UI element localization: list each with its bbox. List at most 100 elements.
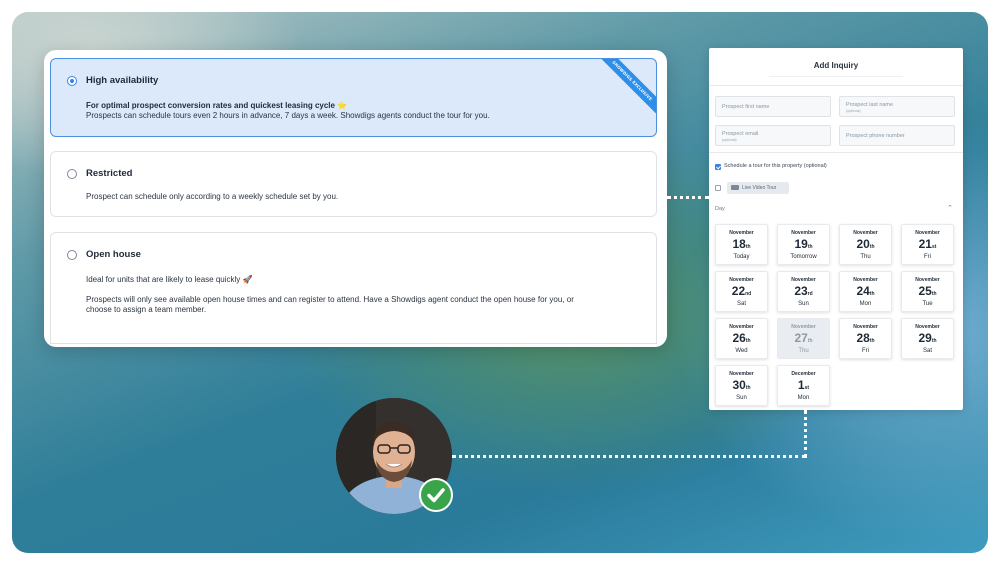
day-suffix: th [807,244,813,250]
option-description: choose to assign a team member. [86,305,207,314]
day-suffix: th [745,244,751,250]
day-card[interactable]: November 30th Sun [715,365,768,406]
day-number: 29 [918,331,932,345]
day-number: 24 [856,284,870,298]
day-card[interactable]: November 29th Sat [901,318,954,359]
day-card[interactable]: November 28th Fri [839,318,892,359]
option-title: Open house [86,249,141,260]
day-month: November [853,324,878,330]
day-card[interactable]: December 1st Mon [777,365,830,406]
day-month: November [915,277,940,283]
day-card[interactable]: November 22nd Sat [715,271,768,312]
day-weekday: Wed [735,348,748,354]
option-description: Prospects will only see available open h… [86,295,574,304]
day-number: 27 [794,331,808,345]
option-title: High availability [86,75,159,86]
schedule-tour-checkbox[interactable] [715,164,721,170]
day-weekday: Thu [860,254,871,260]
day-number: 22 [731,284,746,298]
option-high-availability[interactable]: High availability For optimal prospect c… [50,58,657,137]
phone-input[interactable]: Prospect phone number [839,125,955,146]
day-month: November [853,277,878,283]
day-number: 23 [794,284,808,298]
option-description: For optimal prospect conversion rates an… [86,101,348,110]
day-number: 19 [794,237,808,251]
connector-dots [452,455,806,458]
day-date: 19th [778,237,829,254]
day-month: November [915,230,940,236]
add-inquiry-panel: Add Inquiry Prospect first name Prospect… [709,48,963,410]
field-optional-note: (optional) [722,138,737,142]
day-suffix: th [869,291,875,297]
option-description: Prospects can schedule tours even 2 hour… [86,111,490,120]
field-placeholder: Prospect last name [846,102,894,108]
schedule-tour-label: Schedule a tour for this property (optio… [724,163,827,169]
day-card: November 27th Thu [777,318,830,359]
radio-icon[interactable] [67,169,77,179]
inquiry-title: Add Inquiry [813,61,859,70]
day-month: November [853,230,878,236]
day-date: 25th [902,284,953,301]
radio-selected-icon[interactable] [67,76,77,86]
day-weekday: Mon [797,395,810,401]
option-restricted[interactable]: Restricted Prospect can schedule only ac… [50,151,657,217]
day-card[interactable]: November 21st Fri [901,224,954,265]
day-card[interactable]: November 25th Tue [901,271,954,312]
connector-dots [667,196,709,199]
field-placeholder: Prospect phone number [846,133,905,139]
day-month: November [791,230,816,236]
day-month: November [915,324,940,330]
connector-dots [804,410,807,458]
live-video-tour-chip[interactable]: Live Video Tour [727,182,789,194]
day-date: 18th [716,237,767,254]
day-card[interactable]: November 18th Today [715,224,768,265]
day-date: 23rd [778,284,829,301]
day-month: November [729,371,754,377]
day-month: November [729,324,754,330]
day-number: 21 [918,237,932,251]
day-weekday: Tue [922,301,933,307]
day-card[interactable]: November 23rd Sun [777,271,830,312]
day-month: November [791,277,816,283]
day-weekday: Today [733,254,750,260]
day-month: November [729,277,754,283]
day-number: 28 [856,331,870,345]
field-placeholder: Prospect email [722,131,759,137]
live-video-checkbox[interactable] [715,185,721,191]
email-input[interactable]: Prospect email (optional) [715,125,831,146]
day-suffix: nd [745,291,752,297]
day-card[interactable]: November 24th Mon [839,271,892,312]
video-camera-icon [731,185,739,190]
option-description: Prospect can schedule only according to … [86,192,339,201]
day-weekday: Thu [798,348,809,354]
first-name-input[interactable]: Prospect first name [715,96,831,117]
day-weekday: Mon [859,301,872,307]
day-weekday: Tomorrow [790,254,817,260]
chevron-up-icon[interactable]: ⌃ [947,204,953,212]
exclusive-ribbon: SHOWDIGS EXCLUSIVE [594,59,656,121]
day-month: November [729,230,754,236]
day-card[interactable]: November 26th Wed [715,318,768,359]
day-weekday: Fri [924,254,931,260]
option-description: Ideal for units that are likely to lease… [86,275,253,284]
day-number: 30 [732,378,746,392]
last-name-input[interactable]: Prospect last name (optional) [839,96,955,117]
day-date: 29th [902,331,953,348]
day-month: December [791,371,816,377]
day-date: 20th [840,237,891,254]
radio-icon[interactable] [67,250,77,260]
day-suffix: th [869,338,875,344]
title-subline [769,76,903,77]
day-weekday: Sun [736,395,747,401]
day-date: 1st [778,378,829,395]
day-card[interactable]: November 20th Thu [839,224,892,265]
day-weekday: Sun [798,301,809,307]
day-date: 21st [902,237,953,254]
ribbon-label: SHOWDIGS EXCLUSIVE [594,59,656,121]
day-card[interactable]: November 19th Tomorrow [777,224,830,265]
day-suffix: th [745,338,751,344]
day-number: 1 [797,378,805,392]
day-suffix: st [804,385,810,391]
option-open-house[interactable]: Open house Ideal for units that are like… [50,232,657,344]
day-suffix: th [931,338,937,344]
